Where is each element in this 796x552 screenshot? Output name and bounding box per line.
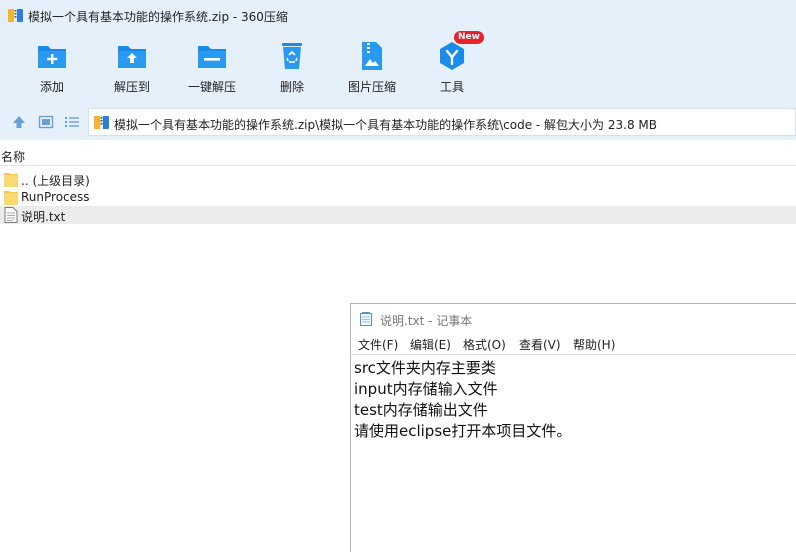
window-title: 模拟一个具有基本功能的操作系统.zip - 360压缩: [28, 10, 288, 24]
address-bar[interactable]: 模拟一个具有基本功能的操作系统.zip\模拟一个具有基本功能的操作系统\code…: [88, 108, 796, 136]
tools-label: 工具: [439, 80, 464, 94]
recycle-bin-icon: [282, 43, 302, 69]
delete-button[interactable]: 删除: [252, 38, 332, 100]
text-line: 请使用eclipse打开本项目文件。: [354, 422, 572, 440]
notepad-window: 说明.txt - 记事本 文件(F) 编辑(E) 格式(O) 查看(V) 帮助(…: [350, 303, 796, 552]
list-item[interactable]: RunProcess: [0, 188, 796, 206]
file-name: RunProcess: [21, 190, 90, 204]
menu-format[interactable]: 格式(O): [463, 336, 506, 353]
notepad-text-area[interactable]: src文件夹内存主要类 input内存储输入文件 test内存储输出文件 请使用…: [351, 354, 796, 552]
list-view-icon[interactable]: [64, 114, 80, 130]
image-compress-icon: [362, 42, 382, 70]
address-row: 模拟一个具有基本功能的操作系统.zip\模拟一个具有基本功能的操作系统\code…: [0, 104, 796, 140]
tools-icon: [440, 42, 464, 70]
text-line: test内存储输出文件: [354, 401, 488, 419]
title-bar: 模拟一个具有基本功能的操作系统.zip - 360压缩: [0, 0, 796, 30]
file-name: 说明.txt: [21, 210, 66, 224]
oneclick-extract-icon: [198, 46, 226, 68]
toolbar: 添加 解压到 一键解压 删除 图片压缩 New 工具: [0, 30, 796, 104]
add-button[interactable]: 添加: [12, 38, 92, 100]
folder-icon: [4, 191, 18, 205]
notepad-menu-bar: 文件(F) 编辑(E) 格式(O) 查看(V) 帮助(H): [351, 333, 796, 354]
extract-to-label: 解压到: [113, 80, 150, 94]
image-compress-button[interactable]: 图片压缩: [332, 38, 412, 100]
archive-icon: [8, 8, 23, 22]
extract-to-button[interactable]: 解压到: [92, 38, 172, 100]
delete-label: 删除: [279, 80, 304, 94]
one-click-extract-button[interactable]: 一键解压: [172, 38, 252, 100]
image-compress-label: 图片压缩: [347, 80, 396, 94]
text-file-icon: [4, 207, 18, 223]
address-path: 模拟一个具有基本功能的操作系统.zip\模拟一个具有基本功能的操作系统\code…: [114, 118, 657, 132]
column-header: 名称: [0, 146, 796, 166]
column-name-header[interactable]: 名称: [1, 148, 25, 165]
thumbnail-view-icon[interactable]: [38, 114, 54, 130]
menu-file[interactable]: 文件(F): [358, 336, 398, 353]
add-folder-icon: [38, 46, 66, 68]
file-name: .. (上级目录): [21, 174, 90, 188]
folder-icon: [4, 173, 18, 187]
extract-folder-icon: [118, 46, 146, 68]
list-item[interactable]: .. (上级目录): [0, 170, 796, 188]
notepad-icon: [360, 312, 372, 326]
add-label: 添加: [39, 80, 64, 94]
tools-button[interactable]: New 工具: [412, 31, 492, 100]
menu-help[interactable]: 帮助(H): [573, 336, 615, 353]
archive-icon: [94, 115, 109, 129]
text-line: src文件夹内存主要类: [354, 359, 496, 377]
one-click-extract-label: 一键解压: [187, 80, 236, 94]
menu-view[interactable]: 查看(V): [519, 336, 561, 353]
menu-edit[interactable]: 编辑(E): [410, 336, 451, 353]
text-line: input内存储输入文件: [354, 380, 498, 398]
app-window: 模拟一个具有基本功能的操作系统.zip - 360压缩 添加 解压到 一键解压 …: [0, 0, 796, 552]
new-badge: New: [454, 31, 484, 44]
notepad-title-bar[interactable]: 说明.txt - 记事本: [351, 304, 796, 333]
up-arrow-icon[interactable]: [11, 114, 27, 130]
list-item[interactable]: 说明.txt: [0, 206, 796, 224]
notepad-title: 说明.txt - 记事本: [380, 314, 473, 328]
